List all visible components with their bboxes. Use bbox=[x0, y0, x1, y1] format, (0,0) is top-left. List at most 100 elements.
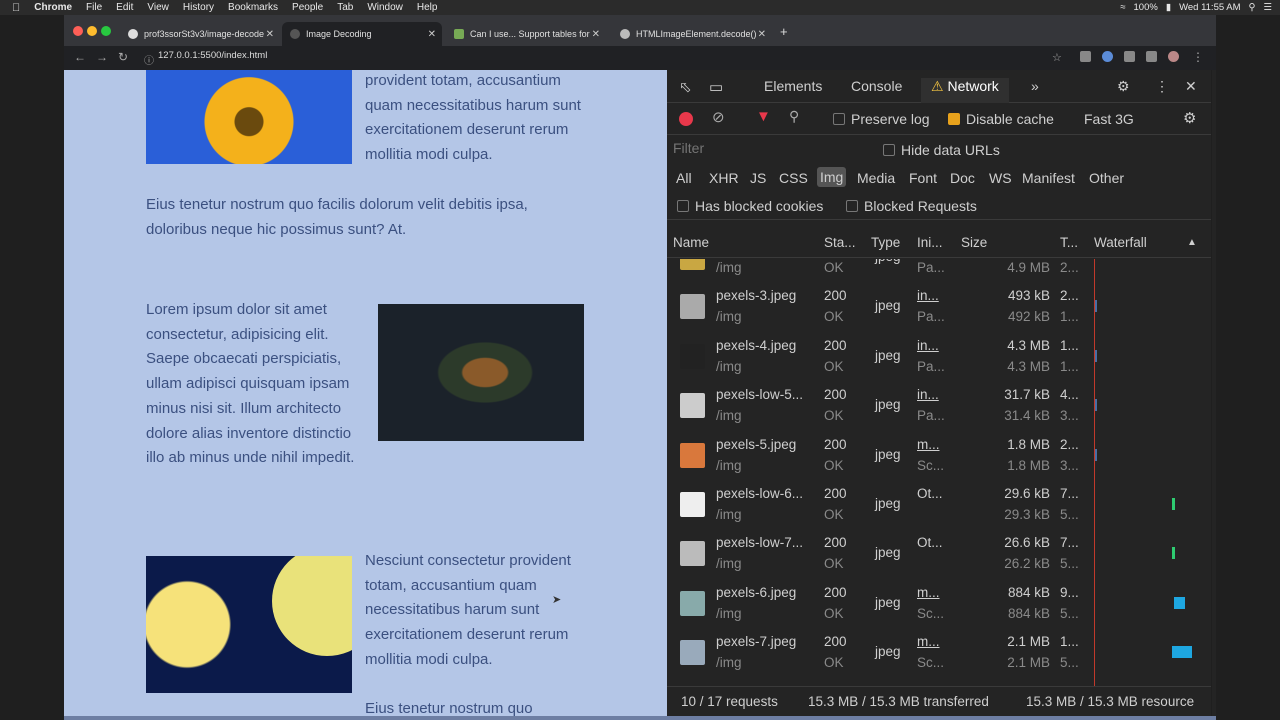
menu-help[interactable]: Help bbox=[417, 2, 438, 13]
profile-avatar[interactable] bbox=[1168, 51, 1179, 62]
type-other[interactable]: Other bbox=[1089, 170, 1124, 186]
info-icon[interactable]: ⓘ bbox=[144, 52, 154, 67]
type-font[interactable]: Font bbox=[909, 170, 937, 186]
request-initiator[interactable]: m... bbox=[917, 585, 940, 600]
network-settings-gear-icon[interactable]: ⚙ bbox=[1183, 109, 1196, 127]
request-initiator[interactable]: m... bbox=[917, 634, 940, 649]
menu-view[interactable]: View bbox=[147, 2, 169, 13]
scrollbar[interactable] bbox=[1212, 70, 1216, 717]
request-row[interactable]: pexels-low-6... /img 200 OK jpeg Ot... 29.6 kB… bbox=[667, 480, 1211, 529]
request-initiator[interactable]: in... bbox=[917, 288, 939, 303]
settings-gear-icon[interactable]: ⚙ bbox=[1117, 78, 1130, 95]
maximize-window-button[interactable] bbox=[101, 26, 111, 36]
type-css[interactable]: CSS bbox=[779, 170, 808, 186]
device-toggle-icon[interactable]: ▭ bbox=[709, 78, 723, 96]
type-xhr[interactable]: XHR bbox=[709, 170, 739, 186]
filter-input[interactable] bbox=[673, 140, 873, 156]
checkbox-box[interactable] bbox=[883, 144, 895, 156]
record-button[interactable] bbox=[679, 112, 693, 126]
col-size[interactable]: Size bbox=[961, 235, 987, 250]
request-row[interactable]: pexels-low-7... /img 200 OK jpeg Ot... 26.6 kB… bbox=[667, 529, 1211, 578]
has-blocked-cookies-checkbox[interactable]: Has blocked cookies bbox=[677, 198, 823, 214]
checkbox-box[interactable] bbox=[833, 113, 845, 125]
tab-mdn[interactable]: HTMLImageElement.decode() ✕ bbox=[612, 22, 772, 46]
request-row[interactable]: /img OK jpeg Pa... 4.9 MB 2... bbox=[667, 259, 1211, 282]
menu-window[interactable]: Window bbox=[367, 2, 403, 13]
tab-console[interactable]: Console bbox=[851, 78, 902, 94]
close-tab-icon[interactable]: ✕ bbox=[758, 29, 766, 40]
request-row[interactable]: pexels-6.jpeg/img 200 OK jpeg m... Sc... 884 k… bbox=[667, 579, 1211, 628]
request-row[interactable]: pexels-4.jpeg/img 200 OK jpeg in... Pa... 4.3 … bbox=[667, 332, 1211, 381]
menu-edit[interactable]: Edit bbox=[116, 2, 133, 13]
close-devtools-icon[interactable]: ✕ bbox=[1185, 78, 1197, 95]
request-initiator[interactable]: in... bbox=[917, 338, 939, 353]
puzzle-icon[interactable] bbox=[1124, 51, 1135, 62]
menu-file[interactable]: File bbox=[86, 2, 102, 13]
col-initiator[interactable]: Ini... bbox=[917, 235, 943, 250]
battery-icon[interactable]: ▮ bbox=[1166, 2, 1171, 13]
wifi-icon[interactable]: ≈ bbox=[1120, 2, 1125, 13]
preserve-log-checkbox[interactable]: Preserve log bbox=[833, 111, 930, 127]
tab-github[interactable]: prof3ssorSt3v3/image-decode ✕ bbox=[120, 22, 280, 46]
col-type[interactable]: Type bbox=[871, 235, 900, 250]
request-row[interactable]: pexels-3.jpeg/img 200 OK jpeg in... Pa... 493 … bbox=[667, 282, 1211, 331]
search-icon[interactable]: ⚲ bbox=[789, 108, 799, 125]
address-bar[interactable]: 127.0.0.1:5500/index.html bbox=[158, 50, 267, 61]
menubar-app-name[interactable]: Chrome bbox=[34, 2, 72, 13]
throttle-select[interactable]: Fast 3G bbox=[1084, 111, 1134, 127]
hide-data-urls-checkbox[interactable]: Hide data URLs bbox=[883, 142, 1000, 158]
close-tab-icon[interactable]: ✕ bbox=[266, 29, 274, 40]
request-initiator[interactable]: Ot... bbox=[917, 535, 943, 550]
type-manifest[interactable]: Manifest bbox=[1022, 170, 1075, 186]
close-tab-icon[interactable]: ✕ bbox=[428, 29, 436, 40]
type-js[interactable]: JS bbox=[750, 170, 766, 186]
type-doc[interactable]: Doc bbox=[950, 170, 975, 186]
kebab-menu-icon[interactable]: ⋮ bbox=[1155, 78, 1169, 95]
clear-icon[interactable]: ⊘ bbox=[712, 108, 725, 126]
reload-icon[interactable]: ↻ bbox=[118, 50, 128, 64]
col-waterfall[interactable]: Waterfall bbox=[1094, 235, 1147, 250]
request-initiator[interactable]: Ot... bbox=[917, 486, 943, 501]
menu-list-icon[interactable]: ☰ bbox=[1263, 2, 1272, 13]
inspect-icon[interactable]: ⬁ bbox=[679, 78, 692, 96]
menu-history[interactable]: History bbox=[183, 2, 214, 13]
type-img[interactable]: Img bbox=[817, 167, 847, 187]
request-row[interactable]: pexels-5.jpeg/img 200 OK jpeg m... Sc... 1.8 M… bbox=[667, 431, 1211, 480]
type-media[interactable]: Media bbox=[857, 170, 895, 186]
extension-icon[interactable] bbox=[1080, 51, 1091, 62]
back-icon[interactable]: ← bbox=[74, 50, 86, 64]
tab-network[interactable]: ⚠ Network bbox=[921, 78, 1009, 103]
new-tab-button[interactable]: + bbox=[780, 24, 788, 39]
col-time[interactable]: T... bbox=[1060, 235, 1078, 250]
tab-image-decoding[interactable]: Image Decoding ✕ bbox=[282, 22, 442, 46]
tab-elements[interactable]: Elements bbox=[764, 78, 822, 94]
request-initiator[interactable]: in... bbox=[917, 387, 939, 402]
request-initiator[interactable]: m... bbox=[917, 437, 940, 452]
apple-icon[interactable]:  bbox=[12, 2, 20, 14]
type-ws[interactable]: WS bbox=[989, 170, 1012, 186]
checkbox-box[interactable] bbox=[846, 200, 858, 212]
minimize-window-button[interactable] bbox=[87, 26, 97, 36]
reading-list-icon[interactable] bbox=[1146, 51, 1157, 62]
checkbox-box[interactable] bbox=[677, 200, 689, 212]
tab-caniuse[interactable]: Can I use... Support tables for ✕ bbox=[446, 22, 606, 46]
request-row[interactable]: pexels-7.jpeg/img 200 OK jpeg m... Sc... 2.1 M… bbox=[667, 628, 1211, 677]
extension-icon[interactable] bbox=[1102, 51, 1113, 62]
menu-tab[interactable]: Tab bbox=[337, 2, 353, 13]
close-window-button[interactable] bbox=[73, 26, 83, 36]
col-name[interactable]: Name bbox=[673, 235, 709, 250]
request-row[interactable]: pexels-low-5... /img 200 OK jpeg in... Pa... 31… bbox=[667, 381, 1211, 430]
kebab-menu-icon[interactable]: ⋮ bbox=[1192, 50, 1204, 64]
more-tabs-icon[interactable]: » bbox=[1031, 78, 1039, 94]
menu-bookmarks[interactable]: Bookmarks bbox=[228, 2, 278, 13]
menu-people[interactable]: People bbox=[292, 2, 323, 13]
search-icon[interactable]: ⚲ bbox=[1249, 2, 1256, 13]
checkbox-checked[interactable] bbox=[948, 113, 960, 125]
type-all[interactable]: All bbox=[676, 170, 692, 186]
filter-icon[interactable]: ▼ bbox=[756, 108, 771, 125]
disable-cache-checkbox[interactable]: Disable cache bbox=[948, 111, 1054, 127]
bookmark-star-icon[interactable]: ☆ bbox=[1052, 51, 1062, 64]
col-status[interactable]: Sta... bbox=[824, 235, 856, 250]
close-tab-icon[interactable]: ✕ bbox=[592, 29, 600, 40]
forward-icon[interactable]: → bbox=[96, 50, 108, 64]
